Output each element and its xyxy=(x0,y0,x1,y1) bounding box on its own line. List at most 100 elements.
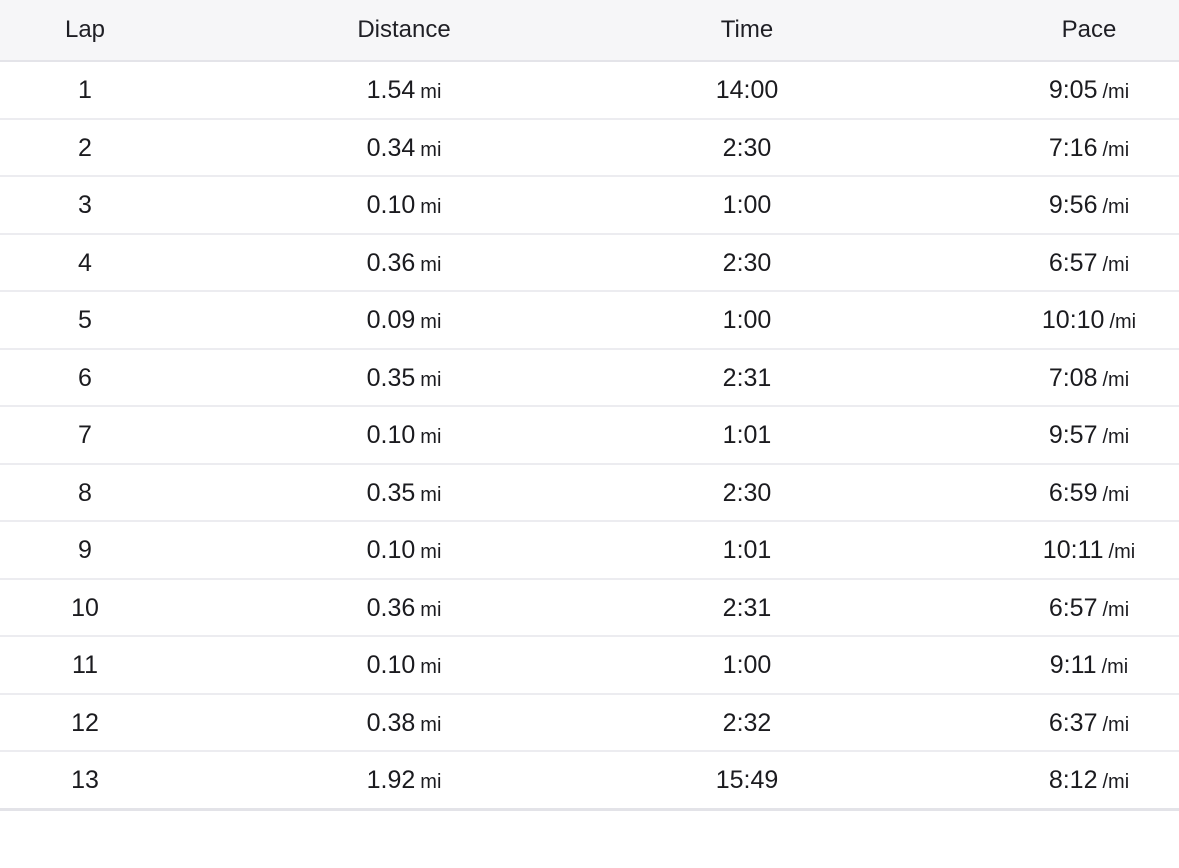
lap-number: 8 xyxy=(78,478,92,507)
pace-unit: /mi xyxy=(1108,541,1136,563)
distance-unit: mi xyxy=(420,253,442,276)
lap-time: 1:00 xyxy=(722,191,772,219)
distance-unit: mi xyxy=(420,368,442,391)
table-row: 11 0.10 mi 1:00 9:11/mi xyxy=(0,637,1179,695)
table-row: 7 0.10 mi 1:01 9:57/mi xyxy=(0,407,1179,465)
lap-number: 5 xyxy=(78,306,92,334)
pace-unit: /mi xyxy=(1102,483,1130,506)
distance-unit: mi xyxy=(420,426,442,448)
header-distance: Distance xyxy=(357,16,451,43)
table-row: 5 0.09 mi 1:00 10:10/mi xyxy=(0,292,1179,350)
lap-number: 7 xyxy=(78,421,92,449)
lap-number: 11 xyxy=(72,651,98,679)
lap-time: 1:00 xyxy=(722,306,772,334)
pace-unit: /mi xyxy=(1102,138,1130,161)
lap-number: 10 xyxy=(71,593,99,622)
lap-distance: 0.38 mi xyxy=(367,709,442,738)
pace-value: 7:16 xyxy=(1048,133,1098,162)
laps-table: Lap Distance Time Pace 1 1.54 mi 14:00 9:05/… xyxy=(0,0,1179,811)
lap-pace: 10:11/mi xyxy=(1043,536,1135,565)
pace-unit: /mi xyxy=(1102,253,1130,276)
pace-unit: /mi xyxy=(1101,656,1129,678)
lap-distance: 0.10 mi xyxy=(367,536,442,565)
pace-value: 6:59 xyxy=(1048,478,1098,507)
distance-unit: mi xyxy=(420,656,442,678)
lap-distance: 0.10 mi xyxy=(367,191,442,220)
lap-pace: 9:05/mi xyxy=(1049,76,1129,105)
lap-number: 9 xyxy=(78,536,92,564)
lap-number: 6 xyxy=(78,363,92,392)
pace-unit: /mi xyxy=(1102,426,1130,448)
distance-value: 1.54 xyxy=(366,76,416,104)
table-row: 4 0.36 mi 2:30 6:57/mi xyxy=(0,235,1179,292)
distance-unit: mi xyxy=(420,483,442,506)
lap-time: 15:49 xyxy=(715,766,779,794)
lap-pace: 7:08/mi xyxy=(1049,364,1129,393)
distance-unit: mi xyxy=(420,311,442,333)
pace-value: 10:11 xyxy=(1042,536,1104,564)
distance-value: 0.35 xyxy=(366,478,416,507)
lap-number: 12 xyxy=(71,708,99,737)
lap-pace: 9:11/mi xyxy=(1050,651,1128,680)
lap-pace: 6:59/mi xyxy=(1049,479,1129,508)
lap-number: 1 xyxy=(78,76,92,104)
distance-unit: mi xyxy=(420,196,442,218)
distance-unit: mi xyxy=(420,138,442,161)
distance-value: 0.10 xyxy=(366,536,416,564)
lap-pace: 10:10/mi xyxy=(1042,306,1136,335)
lap-distance: 0.36 mi xyxy=(367,594,442,623)
lap-distance: 0.36 mi xyxy=(367,249,442,278)
lap-time: 1:01 xyxy=(722,536,772,564)
lap-distance: 0.34 mi xyxy=(367,134,442,163)
distance-unit: mi xyxy=(420,713,442,736)
distance-value: 0.36 xyxy=(366,248,416,277)
distance-unit: mi xyxy=(420,771,442,793)
lap-distance: 0.10 mi xyxy=(367,421,442,450)
table-body: 1 1.54 mi 14:00 9:05/mi 2 0.34 mi 2:30 7:16/mi 3 0.… xyxy=(0,62,1179,811)
distance-value: 0.34 xyxy=(366,133,416,162)
header-pace: Pace xyxy=(1061,16,1117,43)
table-row: 3 0.10 mi 1:00 9:56/mi xyxy=(0,177,1179,235)
table-row: 10 0.36 mi 2:31 6:57/mi xyxy=(0,580,1179,637)
pace-value: 8:12 xyxy=(1048,766,1098,794)
distance-value: 0.38 xyxy=(366,708,416,737)
pace-value: 6:37 xyxy=(1048,708,1098,737)
table-row: 13 1.92 mi 15:49 8:12/mi xyxy=(0,752,1179,811)
distance-unit: mi xyxy=(420,598,442,621)
lap-number: 4 xyxy=(78,248,92,277)
lap-distance: 0.35 mi xyxy=(367,479,442,508)
pace-unit: /mi xyxy=(1102,713,1130,736)
pace-unit: /mi xyxy=(1102,196,1130,218)
pace-value: 6:57 xyxy=(1048,248,1098,277)
lap-distance: 1.54 mi xyxy=(367,76,442,105)
header-lap: Lap xyxy=(64,16,106,43)
distance-value: 1.92 xyxy=(366,766,416,794)
lap-pace: 9:57/mi xyxy=(1049,421,1129,450)
lap-pace: 8:12/mi xyxy=(1049,766,1129,795)
pace-value: 7:08 xyxy=(1048,363,1098,392)
distance-unit: mi xyxy=(420,81,442,103)
pace-value: 9:05 xyxy=(1048,76,1098,104)
distance-value: 0.10 xyxy=(366,191,416,219)
table-row: 6 0.35 mi 2:31 7:08/mi xyxy=(0,350,1179,407)
pace-unit: /mi xyxy=(1102,771,1130,793)
table-header: Lap Distance Time Pace xyxy=(0,0,1179,62)
lap-number: 2 xyxy=(78,133,92,162)
lap-time: 2:32 xyxy=(722,708,772,737)
table-row: 1 1.54 mi 14:00 9:05/mi xyxy=(0,62,1179,120)
table-row: 12 0.38 mi 2:32 6:37/mi xyxy=(0,695,1179,752)
pace-value: 9:11 xyxy=(1049,651,1097,679)
lap-distance: 0.09 mi xyxy=(367,306,442,335)
lap-pace: 9:56/mi xyxy=(1049,191,1129,220)
distance-value: 0.10 xyxy=(366,651,416,679)
table-row: 2 0.34 mi 2:30 7:16/mi xyxy=(0,120,1179,177)
table-row: 9 0.10 mi 1:01 10:11/mi xyxy=(0,522,1179,580)
pace-unit: /mi xyxy=(1109,311,1137,333)
lap-time: 2:30 xyxy=(722,248,772,277)
pace-value: 6:57 xyxy=(1048,593,1098,622)
pace-value: 9:56 xyxy=(1048,191,1098,219)
lap-pace: 6:37/mi xyxy=(1049,709,1129,738)
distance-value: 0.10 xyxy=(366,421,416,449)
pace-unit: /mi xyxy=(1102,598,1130,621)
lap-time: 2:30 xyxy=(722,133,772,162)
